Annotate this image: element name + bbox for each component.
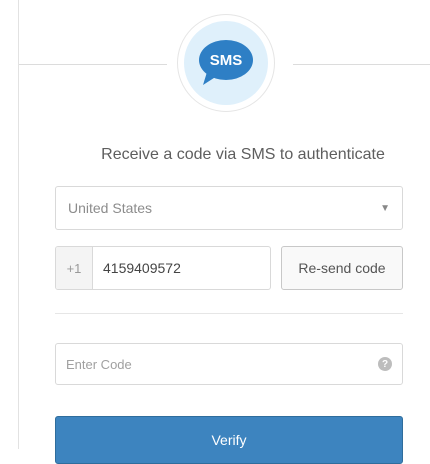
country-select-value: United States xyxy=(68,200,153,216)
phone-row: +1 Re-send code xyxy=(55,246,403,290)
page-title: Receive a code via SMS to authenticate xyxy=(101,146,385,163)
phone-number-input[interactable] xyxy=(93,247,270,289)
section-divider xyxy=(55,313,403,314)
auth-card: SMS Receive a code via SMS to authentica… xyxy=(18,0,430,464)
sms-badge-background: SMS xyxy=(184,21,268,105)
phone-field: +1 xyxy=(55,246,271,290)
country-code-prefix: +1 xyxy=(56,247,93,289)
chevron-down-icon: ▼ xyxy=(380,202,390,214)
code-field: ? xyxy=(55,343,403,385)
header-divider-right xyxy=(293,64,430,65)
sms-chat-bubble-icon: SMS xyxy=(199,40,253,85)
resend-code-button[interactable]: Re-send code xyxy=(281,246,403,290)
sms-badge-label: SMS xyxy=(210,52,243,69)
country-select[interactable]: United States ▼ xyxy=(55,186,403,230)
verify-button[interactable]: Verify xyxy=(55,416,403,464)
header-divider-left xyxy=(19,64,167,65)
help-icon[interactable]: ? xyxy=(378,357,392,371)
enter-code-input[interactable] xyxy=(56,344,378,384)
sms-badge: SMS xyxy=(177,14,275,112)
